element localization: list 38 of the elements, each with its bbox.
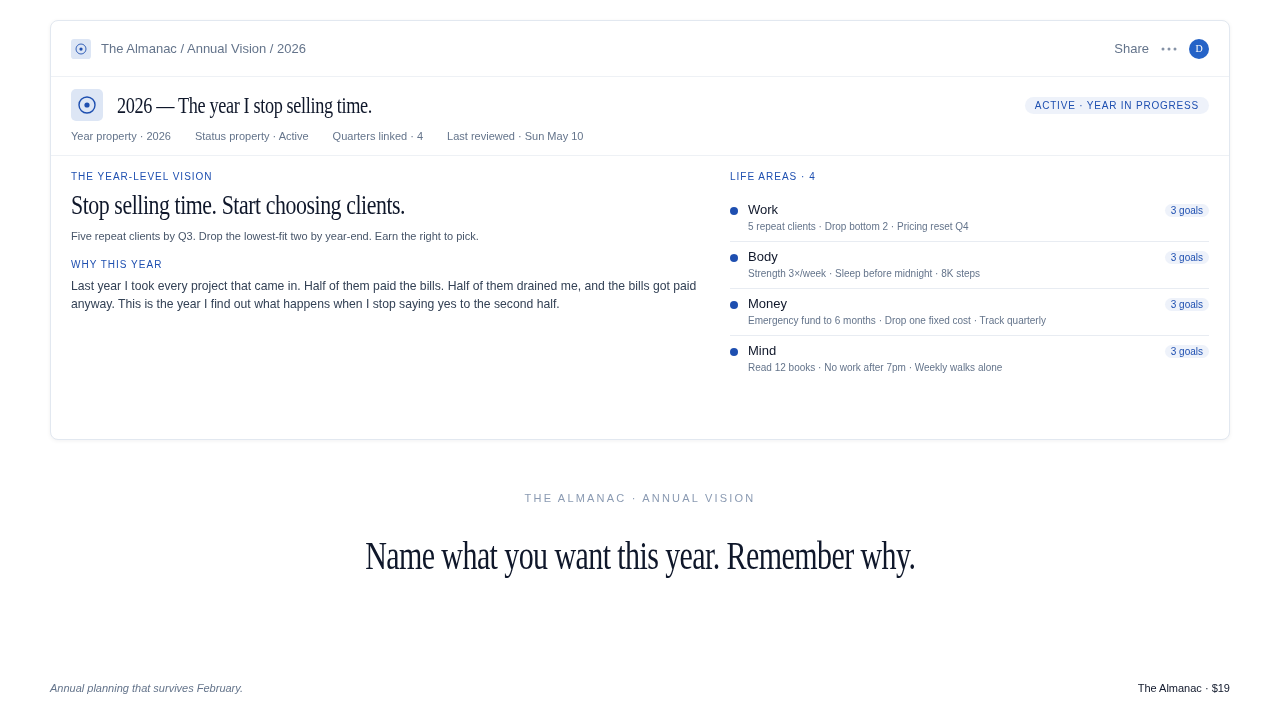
- section-label: WHY THIS YEAR: [71, 259, 163, 271]
- promo-tagline: Name what you want this year. Remember why.: [364, 534, 916, 578]
- area-name: Mind: [748, 343, 778, 359]
- promo-eyebrow: THE ALMANAC · ANNUAL VISION: [524, 492, 756, 504]
- dot-icon: [730, 348, 738, 356]
- vision-summary: Five repeat clients by Q3. Drop the lowest-fit two by year-end. Earn the right to pick.: [71, 229, 479, 243]
- area-name: Body: [748, 249, 779, 265]
- area-details: Read 12 books · No work after 7pm · Weekly walks alone: [748, 361, 1003, 375]
- area-name: Money: [748, 296, 789, 312]
- property-text: Quarters linked · 4: [332, 129, 424, 143]
- status-badge: ACTIVE · YEAR IN PROGRESS: [1024, 96, 1209, 114]
- goals-count: 3 goals: [1164, 251, 1209, 264]
- user-avatar[interactable]: D: [1189, 38, 1209, 59]
- footer-note: Annual planning that survives February.: [50, 682, 243, 694]
- dot-icon: [730, 301, 738, 309]
- vision-headline: Stop selling time. Start choosing clients.: [71, 189, 406, 221]
- goals-count: 3 goals: [1164, 345, 1209, 358]
- property-text: Status property · Active: [194, 129, 309, 143]
- page-icon: [71, 89, 103, 121]
- section-label: THE YEAR-LEVEL VISION: [71, 171, 213, 183]
- dot-icon: [730, 254, 738, 262]
- goals-count: 3 goals: [1164, 298, 1209, 311]
- breadcrumb: The Almanac / Annual Vision / 2026: [101, 41, 306, 56]
- app-logo-icon: [71, 38, 91, 59]
- area-details: Emergency fund to 6 months · Drop one fixed cost · Track quarterly: [748, 314, 1046, 328]
- share-link[interactable]: Share: [1114, 41, 1149, 56]
- why-paragraph: Last year I took every project that came in. Half of them paid the bills. Half of them drained me, and the bills got paid anyway. This is the year I find out what happens when I stop saying yes to the second half.: [71, 278, 698, 313]
- goals-count: 3 goals: [1164, 204, 1209, 217]
- dot-icon: [730, 207, 738, 215]
- area-details: Strength 3×/week · Sleep before midnight · 8K steps: [748, 267, 981, 281]
- property-text: Year property · 2026: [71, 129, 171, 143]
- area-details: 5 repeat clients · Drop bottom 2 · Pricing reset Q4: [748, 220, 969, 234]
- more-icon[interactable]: [1161, 46, 1177, 51]
- area-name: Work: [748, 202, 780, 218]
- property-text: Last reviewed · Sun May 10: [447, 129, 584, 143]
- footer-product: The Almanac · $19: [1137, 682, 1230, 694]
- section-label: LIFE AREAS · 4: [730, 171, 816, 183]
- page-title: 2026 — The year I stop selling time.: [117, 91, 373, 119]
